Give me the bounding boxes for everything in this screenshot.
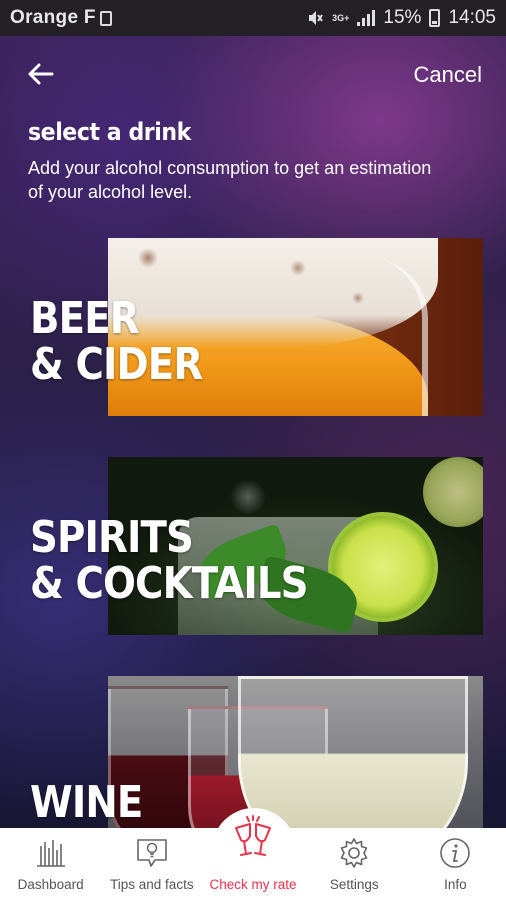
battery-icon [429, 9, 441, 27]
drink-label-line2: & COCKTAILS [30, 558, 309, 609]
page-title: select a drink [28, 118, 191, 146]
arrow-left-icon[interactable] [26, 62, 54, 86]
nav-item-tips[interactable]: Tips and facts [101, 828, 202, 900]
drink-card-beer-cider[interactable]: BEER & CIDER [0, 238, 506, 416]
nav-label-info: Info [444, 877, 467, 892]
drink-label-line2: & CIDER [30, 339, 203, 390]
status-bar: Orange F 3G+ 15% 14:05 [0, 0, 506, 36]
bar-chart-icon [36, 840, 65, 867]
drink-card-spirits-cocktails[interactable]: SPIRITS & COCKTAILS [0, 457, 506, 635]
info-icon [440, 838, 471, 868]
cancel-button[interactable]: Cancel [414, 62, 482, 88]
drink-label-wine: WINE [30, 777, 143, 828]
carrier-name: Orange F [10, 7, 96, 28]
bottom-navigation: Dashboard Tips and facts Check my rate S… [0, 815, 506, 900]
signal-icon [357, 10, 376, 26]
network-type: 3G+ [332, 12, 350, 23]
nav-item-info[interactable]: Info [405, 828, 506, 900]
page-subtitle: Add your alcohol consumption to get an e… [28, 158, 432, 202]
nav-label-settings: Settings [329, 877, 379, 892]
gear-icon [340, 838, 368, 868]
nav-item-dashboard[interactable]: Dashboard [0, 828, 101, 900]
nav-label-tips: Tips and facts [110, 877, 194, 892]
nav-item-settings[interactable]: Settings [304, 828, 405, 900]
header: Cancel [0, 36, 506, 112]
drink-label-spirits-cocktails: SPIRITS & COCKTAILS [30, 512, 309, 609]
drink-label-beer-cider: BEER & CIDER [30, 293, 203, 390]
clock: 14:05 [448, 7, 496, 28]
nav-label-dashboard: Dashboard [17, 877, 84, 892]
lightbulb-chat-icon [136, 839, 167, 867]
cheers-glasses-icon [235, 815, 271, 856]
nav-label-check-my-rate: Check my rate [209, 877, 297, 892]
battery-percent: 15% [383, 7, 422, 28]
sim-card-icon [99, 10, 112, 26]
drink-label-line1: SPIRITS [30, 512, 194, 563]
mute-icon [309, 11, 323, 25]
nav-item-check-my-rate[interactable]: Check my rate [202, 815, 303, 900]
drink-label-line1: BEER [30, 293, 140, 344]
drink-label-line1: WINE [30, 777, 143, 828]
